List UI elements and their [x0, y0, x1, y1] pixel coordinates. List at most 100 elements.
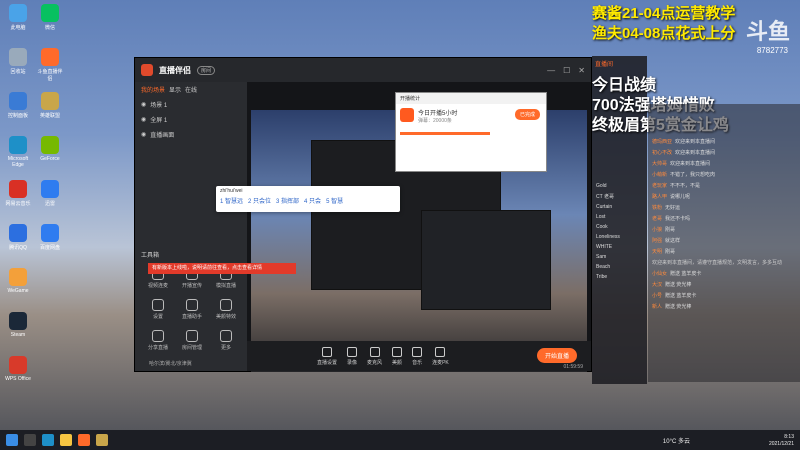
danmu-text: 无好运 — [665, 205, 681, 211]
scene-item[interactable]: ◉ 全屏 1 — [135, 112, 247, 127]
gift-username[interactable]: 小仙女 — [652, 271, 667, 277]
toolbar-icon — [412, 346, 423, 357]
desktop-icon[interactable]: 英雄联盟 — [36, 92, 64, 119]
danmu-username[interactable]: 小狼 — [652, 227, 662, 233]
bottom-button[interactable]: 麦克风 — [367, 346, 383, 366]
ime-candidate[interactable]: 3 指挥部 — [276, 196, 299, 205]
bottom-button-label: 连麦PK — [432, 359, 449, 366]
gift-username[interactable]: 大汉 — [652, 282, 662, 288]
title-bar: 直播伴侣 房间 — ☐ ✕ — [135, 58, 591, 82]
eye-icon[interactable]: ◉ — [141, 101, 146, 108]
room-user[interactable]: Curtain — [592, 202, 647, 212]
desktop-icon[interactable]: WeGame — [4, 268, 32, 294]
ime-candidate[interactable]: 2 只会位 — [248, 196, 271, 205]
gift-username[interactable]: 新人 — [652, 304, 662, 310]
tool-item[interactable]: 美颜特效 — [209, 299, 243, 320]
bottom-button[interactable]: 音乐 — [412, 346, 423, 366]
stats-title: 开播统计 — [396, 93, 546, 104]
danmu-message: 老哥 我还不卡吗 — [648, 213, 800, 224]
search-icon[interactable] — [24, 434, 36, 446]
danmu-username[interactable]: 初心不改 — [652, 150, 672, 156]
desktop-icon[interactable]: 控制面板 — [4, 92, 32, 119]
gift-text: 赠送 荧光棒 — [665, 282, 692, 288]
edge-icon[interactable] — [42, 434, 54, 446]
desktop-icon-label: GeForce — [40, 156, 60, 162]
bottom-button[interactable]: 直播设置 — [317, 346, 338, 366]
ime-candidate[interactable]: 5 智慧 — [326, 196, 343, 205]
chat-tab[interactable]: 直播间 — [592, 56, 647, 71]
douyu-icon[interactable] — [78, 434, 90, 446]
bottom-button[interactable]: 录像 — [347, 346, 357, 366]
desktop-icon[interactable]: 网易云音乐 — [4, 180, 32, 207]
desktop-icon[interactable]: 迅雷 — [36, 180, 64, 207]
scene-item[interactable]: ◉ 直播画面 — [135, 127, 247, 142]
danmu-username[interactable]: 老玩家 — [652, 183, 667, 189]
danmu-text: 欢迎来到本直播间 — [675, 150, 716, 156]
danmu-username[interactable]: 德玛西亚 — [652, 139, 672, 145]
tab-online[interactable]: 在线 — [185, 85, 197, 94]
bottom-button[interactable]: 美颜 — [392, 346, 402, 366]
bottom-button-label: 直播设置 — [317, 359, 338, 366]
danmu-username[interactable]: 老哥 — [652, 216, 662, 222]
system-clock[interactable]: 8:13 2021/12/21 — [769, 434, 794, 448]
ime-candidate[interactable]: 4 只会 — [304, 196, 321, 205]
app-icon — [9, 48, 27, 66]
danmu-username[interactable]: 阿强 — [652, 238, 662, 244]
room-user[interactable]: WHITE — [592, 242, 647, 252]
desktop-icon[interactable]: GeForce — [36, 136, 64, 162]
danmu-username[interactable]: 天明 — [652, 249, 662, 255]
eye-icon[interactable]: ◉ — [141, 116, 146, 123]
bottom-button-label: 麦克风 — [367, 359, 383, 366]
desktop-icon[interactable]: Steam — [4, 312, 32, 338]
room-user[interactable]: Sam — [592, 252, 647, 262]
desktop-icon[interactable]: 腾讯QQ — [4, 224, 32, 251]
stats-done-button[interactable]: 已完成 — [514, 109, 540, 120]
window-controls-icon[interactable]: — ☐ ✕ — [547, 65, 585, 76]
tab-my-scene[interactable]: 我的场景 — [141, 85, 165, 94]
tool-item[interactable]: 设置 — [141, 299, 175, 320]
tool-item[interactable]: 更多 — [209, 330, 243, 351]
desktop-icon[interactable]: WPS Office — [4, 356, 32, 382]
room-user[interactable]: Gold — [592, 181, 647, 191]
ime-candidate[interactable]: 1 智慧远 — [220, 196, 243, 205]
tool-item[interactable]: 分享直播 — [141, 330, 175, 351]
room-user[interactable]: Cook — [592, 222, 647, 232]
overlay-line-1: 赛酱21-04点运营教学 — [592, 5, 736, 22]
room-user[interactable]: Lost — [592, 212, 647, 222]
tab-display[interactable]: 显示 — [169, 85, 181, 94]
danmu-username[interactable]: 小萌新 — [652, 172, 667, 178]
gift-username[interactable]: 小号 — [652, 293, 662, 299]
danmu-text: 刚哥 — [665, 249, 676, 255]
room-user[interactable]: Tribe — [592, 272, 647, 282]
desktop-icon-label: 百度网盘 — [39, 245, 60, 251]
room-badge[interactable]: 房间 — [197, 65, 216, 75]
tool-item[interactable]: 直播助手 — [175, 299, 209, 320]
update-notice[interactable]: 有新版本上线啦，说明请前往查看，点击查看详情 — [148, 263, 296, 274]
danmu-username[interactable]: 大帅哥 — [652, 161, 667, 167]
danmu-message: 小萌新 不错了，我只想吃肉 — [648, 169, 800, 180]
room-user[interactable]: CT 老哥 — [592, 191, 647, 202]
danmu-username[interactable]: 铁粉 — [652, 205, 662, 211]
eye-icon[interactable]: ◉ — [141, 131, 146, 138]
desktop-icon[interactable]: Microsoft Edge — [4, 136, 32, 168]
folder-icon[interactable] — [60, 434, 72, 446]
start-live-button[interactable]: 开始直播 — [536, 348, 577, 363]
desktop-icon[interactable]: 此电脑 — [4, 4, 32, 31]
toolbar-icon — [369, 346, 380, 357]
bottom-button[interactable]: 连麦PK — [432, 346, 449, 366]
desktop-icon[interactable]: 回收站 — [4, 48, 32, 75]
windows-start-icon[interactable] — [6, 434, 18, 446]
room-user[interactable]: Loneliness — [592, 232, 647, 242]
tool-item[interactable]: 房间管理 — [175, 330, 209, 351]
room-user[interactable]: Beach — [592, 262, 647, 272]
stats-line-2: 弹幕：20000条 — [418, 118, 452, 124]
danmu-username[interactable]: 路人甲 — [652, 194, 667, 200]
stream-stats-dialog: 开播统计 今日开播5小时 弹幕：20000条 已完成 — [395, 92, 547, 172]
desktop-icon-label: 腾讯QQ — [9, 245, 27, 251]
scene-item[interactable]: ◉ 场景 1 — [135, 97, 247, 112]
scene-label: 场景 1 — [150, 103, 168, 109]
desktop-icon[interactable]: 百度网盘 — [36, 224, 64, 251]
desktop-icon[interactable]: 斗鱼直播伴侣 — [36, 48, 64, 82]
lol-icon[interactable] — [96, 434, 108, 446]
desktop-icon[interactable]: 微信 — [36, 4, 64, 31]
